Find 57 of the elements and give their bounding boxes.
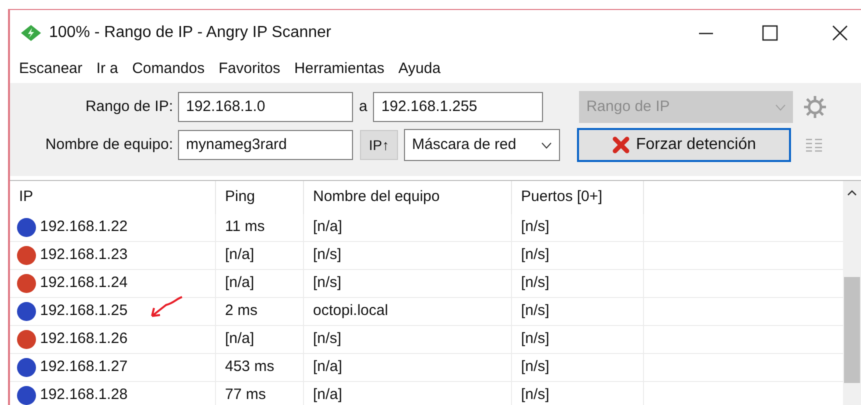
- hostname-cell-text: octopi.local: [313, 301, 388, 322]
- range-label: Rango de IP:: [84, 96, 174, 117]
- window-title: 100% - Rango de IP - Angry IP Scanner: [49, 23, 332, 43]
- ip-cell-text: 192.168.1.23: [40, 245, 128, 266]
- ports-cell-text: [n/s]: [521, 217, 550, 238]
- ping-cell-text: 11 ms: [225, 217, 265, 238]
- column-header[interactable]: Ping: [216, 181, 304, 214]
- scroll-thumb[interactable]: [844, 277, 860, 383]
- ip-up-button[interactable]: IP↑: [360, 130, 398, 160]
- range-start-field[interactable]: 192.168.1.0: [178, 92, 353, 122]
- menu-item[interactable]: Comandos: [132, 58, 205, 81]
- hostname-cell-text: [n/a]: [313, 357, 342, 378]
- dropdown-caret-icon: [541, 142, 552, 148]
- stop-icon: [612, 136, 630, 154]
- ip-cell-text: 192.168.1.27: [40, 357, 128, 378]
- ip-cell-text: 192.168.1.25: [40, 301, 128, 322]
- ports-cell-text: [n/s]: [521, 385, 550, 405]
- stop-button[interactable]: Forzar detención: [577, 128, 791, 162]
- ip-cell-text: 192.168.1.26: [40, 329, 128, 350]
- menu-item[interactable]: Escanear: [19, 58, 82, 81]
- ping-cell-text: 77 ms: [225, 385, 266, 405]
- range-end-field[interactable]: 192.168.1.255: [373, 92, 544, 122]
- ping-cell-text: [n/a]: [225, 329, 254, 350]
- menu-item[interactable]: Ir a: [96, 58, 118, 81]
- ports-cell-text: [n/s]: [521, 245, 550, 266]
- dropdown-caret-icon: [775, 104, 786, 110]
- ping-cell-text: 2 ms: [225, 301, 258, 322]
- hostname-cell-text: [n/a]: [313, 385, 342, 405]
- maximize-icon[interactable]: [762, 25, 778, 41]
- hostname-cell-text: [n/s]: [313, 245, 342, 266]
- column-header[interactable]: IP: [10, 181, 216, 214]
- netmask-select[interactable]: Máscara de red: [404, 129, 560, 161]
- close-icon[interactable]: [832, 25, 848, 41]
- range-separator: a: [358, 96, 368, 117]
- hostname-cell-text: [n/a]: [313, 217, 342, 238]
- ports-cell-text: [n/s]: [521, 329, 550, 350]
- scroll-up-icon[interactable]: [847, 190, 857, 196]
- ping-cell-text: [n/a]: [225, 245, 254, 266]
- hostname-field[interactable]: mynameg3rard: [178, 130, 353, 160]
- menu-item[interactable]: Herramientas: [294, 58, 384, 81]
- ping-cell-text: 453 ms: [225, 357, 274, 378]
- scrollbar[interactable]: [843, 181, 861, 405]
- ports-cell-text: [n/s]: [521, 301, 550, 322]
- ping-cell-text: [n/a]: [225, 273, 254, 294]
- menu-item[interactable]: Favoritos: [218, 58, 280, 81]
- hostname-cell-text: [n/s]: [313, 329, 342, 350]
- ports-cell-text: [n/s]: [521, 357, 550, 378]
- hostname-label: Nombre de equipo:: [44, 134, 174, 155]
- ip-cell-text: 192.168.1.22: [40, 217, 128, 238]
- ip-cell-text: 192.168.1.28: [40, 385, 128, 405]
- column-header[interactable]: Puertos [0+]: [512, 181, 644, 214]
- ip-cell-text: 192.168.1.24: [40, 273, 128, 294]
- hostname-cell-text: [n/s]: [313, 273, 342, 294]
- menu-item[interactable]: Ayuda: [398, 58, 441, 81]
- ports-cell-text: [n/s]: [521, 273, 550, 294]
- app-logo-icon: [20, 24, 42, 42]
- column-header[interactable]: Nombre del equipo: [304, 181, 512, 214]
